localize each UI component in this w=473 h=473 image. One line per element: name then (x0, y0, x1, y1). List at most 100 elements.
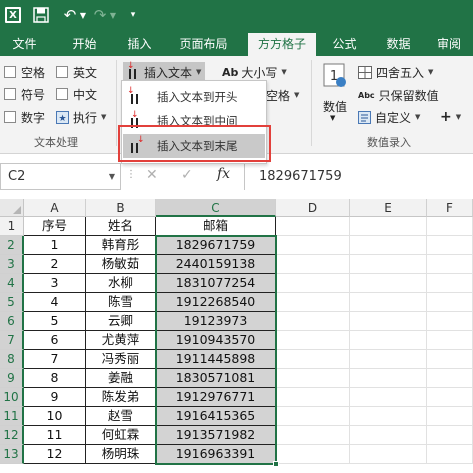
table-cell[interactable] (427, 312, 473, 331)
custom-button[interactable]: 自定义 ▼ (358, 107, 420, 127)
table-cell[interactable]: 1911445898 (156, 350, 276, 369)
table-cell[interactable] (427, 445, 473, 464)
tab-page-layout[interactable]: 页面布局 (171, 30, 236, 56)
checkbox-chinese[interactable]: 中文 (56, 84, 97, 104)
column-header-e[interactable]: E (350, 199, 427, 217)
table-cell[interactable]: 5 (24, 312, 86, 331)
redo-icon[interactable]: ↷ (92, 5, 108, 25)
table-cell[interactable] (427, 331, 473, 350)
row-header[interactable]: 5 (0, 293, 24, 312)
row-header[interactable]: 6 (0, 312, 24, 331)
table-cell[interactable] (427, 255, 473, 274)
table-cell[interactable] (427, 426, 473, 445)
table-cell[interactable]: 陈雪 (86, 293, 156, 312)
header-cell[interactable]: 姓名 (86, 217, 156, 236)
keep-value-button[interactable]: Abc 只保留数值 (358, 85, 439, 105)
row-header[interactable]: 2 (0, 236, 24, 255)
table-cell[interactable] (350, 407, 427, 426)
table-cell[interactable] (276, 236, 350, 255)
table-cell[interactable]: 19123973 (156, 312, 276, 331)
table-cell[interactable] (350, 445, 427, 464)
row-header[interactable]: 1 (0, 217, 24, 236)
tab-home[interactable]: 开始 (62, 30, 107, 56)
table-cell[interactable] (427, 236, 473, 255)
execute-button[interactable]: ★ 执行 ▼ (56, 107, 106, 127)
insert-function-icon[interactable]: fx (217, 166, 230, 182)
insert-text-button[interactable]: ↓ 插入文本 ▼ (123, 62, 206, 82)
table-cell[interactable] (427, 407, 473, 426)
select-all-corner[interactable] (0, 199, 24, 217)
table-cell[interactable] (427, 293, 473, 312)
table-cell[interactable]: 1829671759 (156, 236, 276, 255)
table-cell[interactable] (276, 274, 350, 293)
table-cell[interactable]: 12 (24, 445, 86, 464)
name-box[interactable]: C2 ▼ (0, 163, 121, 190)
column-header-f[interactable]: F (427, 199, 473, 217)
save-icon[interactable] (33, 5, 49, 25)
tab-insert[interactable]: 插入 (117, 30, 162, 56)
table-cell[interactable]: 10 (24, 407, 86, 426)
header-cell[interactable]: 邮箱 (156, 217, 276, 236)
row-header[interactable]: 8 (0, 350, 24, 369)
table-cell[interactable]: 4 (24, 293, 86, 312)
redo-dropdown-icon[interactable]: ▼ (109, 5, 117, 25)
row-header[interactable]: 7 (0, 331, 24, 350)
table-cell[interactable]: 尤黄萍 (86, 331, 156, 350)
row-header[interactable]: 13 (0, 445, 24, 464)
table-cell[interactable]: 姜融 (86, 369, 156, 388)
table-cell[interactable]: 1916963391 (156, 445, 276, 464)
table-cell[interactable]: 3 (24, 274, 86, 293)
table-cell[interactable]: 1831077254 (156, 274, 276, 293)
column-header-b[interactable]: B (86, 199, 156, 217)
table-cell[interactable]: 1830571081 (156, 369, 276, 388)
table-cell[interactable]: 1910943570 (156, 331, 276, 350)
table-cell[interactable] (276, 426, 350, 445)
space-button[interactable]: 空格 ▼ (266, 85, 299, 105)
table-cell[interactable]: 11 (24, 426, 86, 445)
row-header[interactable]: 12 (0, 426, 24, 445)
table-cell[interactable]: 韩育彤 (86, 236, 156, 255)
table-cell[interactable] (350, 388, 427, 407)
table-cell[interactable]: 何虹霖 (86, 426, 156, 445)
table-cell[interactable] (276, 388, 350, 407)
case-button[interactable]: Ab 大小写 ▼ (222, 62, 287, 82)
checkbox-icon[interactable] (4, 88, 16, 100)
table-cell[interactable] (427, 369, 473, 388)
value-button[interactable]: 1 数值 ▼ (318, 62, 352, 132)
table-cell[interactable] (350, 369, 427, 388)
table-cell[interactable]: 1916415365 (156, 407, 276, 426)
table-cell[interactable]: 9 (24, 388, 86, 407)
column-header-a[interactable]: A (24, 199, 86, 217)
table-cell[interactable]: 6 (24, 331, 86, 350)
table-cell[interactable] (427, 350, 473, 369)
table-cell[interactable] (350, 331, 427, 350)
table-cell[interactable] (276, 407, 350, 426)
table-cell[interactable] (276, 312, 350, 331)
table-cell[interactable] (350, 293, 427, 312)
undo-dropdown-icon[interactable]: ▼ (79, 5, 87, 25)
header-cell[interactable]: 序号 (24, 217, 86, 236)
table-cell[interactable]: 2440159138 (156, 255, 276, 274)
table-cell[interactable] (276, 331, 350, 350)
table-cell[interactable]: 1 (24, 236, 86, 255)
undo-icon[interactable]: ↶ (62, 5, 78, 25)
table-cell[interactable]: 赵雪 (86, 407, 156, 426)
table-cell[interactable]: 1912268540 (156, 293, 276, 312)
table-cell[interactable]: 水柳 (86, 274, 156, 293)
checkbox-symbol[interactable]: 符号 (4, 84, 45, 104)
tab-review[interactable]: 审阅 (425, 30, 473, 56)
checkbox-number[interactable]: 数字 (4, 107, 45, 127)
checkbox-icon[interactable] (4, 66, 16, 78)
column-header-c[interactable]: C (156, 199, 276, 217)
formula-bar-grip-icon[interactable]: ⋮ (126, 169, 137, 180)
row-header[interactable]: 4 (0, 274, 24, 293)
checkbox-space[interactable]: 空格 (4, 62, 45, 82)
table-cell[interactable] (350, 255, 427, 274)
checkbox-icon[interactable] (4, 111, 16, 123)
round-button[interactable]: 四舍五入 ▼ (358, 62, 433, 82)
table-cell[interactable]: 7 (24, 350, 86, 369)
fill-handle[interactable] (273, 461, 279, 467)
table-cell[interactable] (350, 217, 427, 236)
table-cell[interactable] (276, 369, 350, 388)
row-header[interactable]: 3 (0, 255, 24, 274)
